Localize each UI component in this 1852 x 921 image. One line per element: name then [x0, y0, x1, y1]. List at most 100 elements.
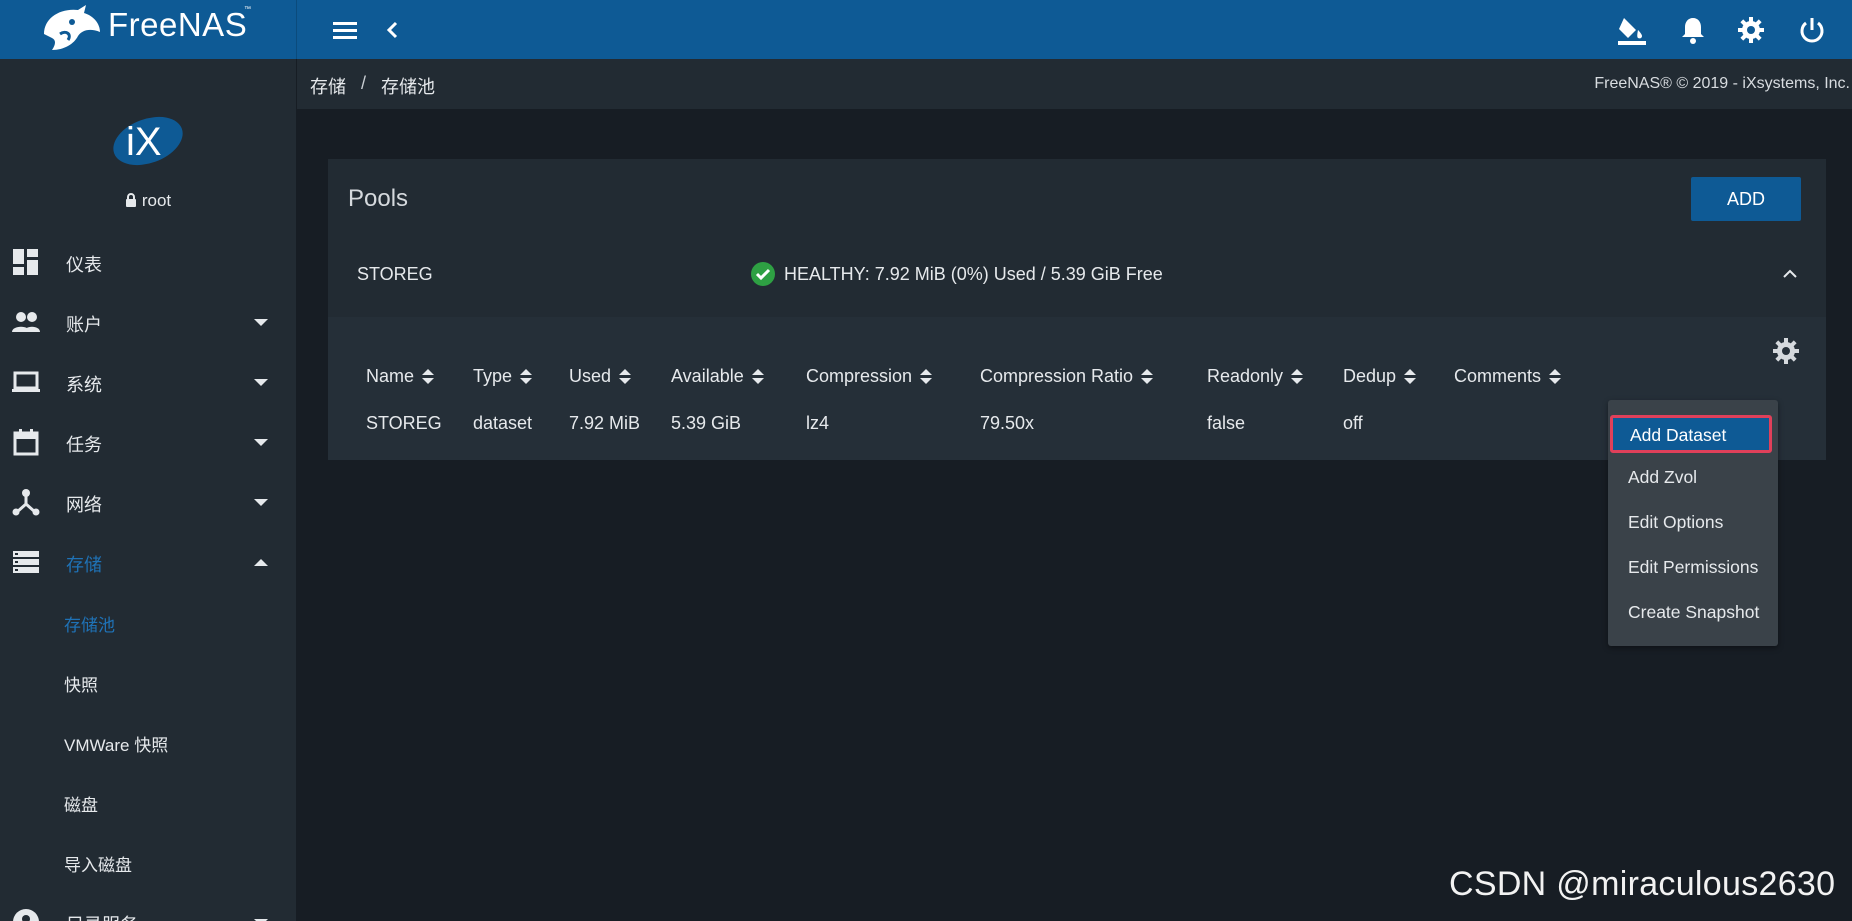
- cell-compression: lz4: [806, 413, 830, 433]
- sidebar-item-label: 存储: [66, 555, 102, 575]
- sort-icon: [422, 368, 435, 385]
- sidebar: iX root 仪表 账户 系统 任务 网络 存储 存储池 快照 VMWare …: [0, 59, 296, 921]
- watermark: CSDN @miraculous2630: [1449, 865, 1836, 903]
- copyright-text: FreeNAS® © 2019 - iXsystems, Inc.: [1594, 75, 1850, 92]
- breadcrumb-pools: 存储池: [381, 77, 435, 97]
- sidebar-item-accounts[interactable]: 账户: [0, 292, 296, 352]
- column-header-compression[interactable]: Compression: [806, 366, 933, 387]
- cell-dedup: off: [1343, 413, 1363, 433]
- column-header-readonly[interactable]: Readonly: [1207, 366, 1304, 387]
- sidebar-subitem-label: 导入磁盘: [64, 856, 132, 875]
- column-header-compression-ratio[interactable]: Compression Ratio: [980, 366, 1154, 387]
- column-header-type[interactable]: Type: [473, 366, 533, 387]
- sidebar-subitem-pools[interactable]: 存储池: [0, 592, 296, 652]
- top-bar: FreeNAS ™: [0, 0, 1852, 59]
- dataset-actions-menu: Add Dataset Add Zvol Edit Options Edit P…: [1608, 400, 1778, 646]
- sidebar-subitem-disks[interactable]: 磁盘: [0, 772, 296, 832]
- pool-status: HEALTHY: 7.92 MiB (0%) Used / 5.39 GiB F…: [750, 261, 1163, 287]
- sort-icon: [1404, 368, 1417, 385]
- column-header-name[interactable]: Name: [366, 366, 435, 387]
- laptop-icon: [12, 371, 40, 392]
- cell-readonly: false: [1207, 413, 1246, 433]
- sidebar-item-storage[interactable]: 存储: [0, 532, 296, 592]
- username: root: [141, 191, 172, 210]
- freenas-shark-icon: [44, 5, 100, 50]
- sidebar-item-label: 目录服务: [66, 911, 138, 921]
- sidebar-subitem-import-disk[interactable]: 导入磁盘: [0, 832, 296, 892]
- menu-item-add-zvol[interactable]: Add Zvol: [1608, 457, 1778, 499]
- sidebar-subitem-vmware-snapshots[interactable]: VMWare 快照: [0, 712, 296, 772]
- column-header-comments[interactable]: Comments: [1454, 366, 1562, 387]
- ix-logo-icon: iX: [113, 116, 183, 166]
- sidebar-subitem-label: 存储池: [64, 616, 115, 635]
- chevron-left-icon[interactable]: [374, 12, 410, 48]
- calendar-icon: [13, 429, 39, 456]
- gear-icon[interactable]: [1733, 12, 1769, 48]
- sidebar-item-dashboard[interactable]: 仪表: [0, 232, 296, 292]
- sort-icon: [619, 368, 632, 385]
- power-icon[interactable]: [1794, 12, 1830, 48]
- chevron-up-icon[interactable]: [1781, 265, 1799, 283]
- user-info: root: [0, 191, 296, 211]
- brand-logo[interactable]: FreeNAS ™: [0, 0, 297, 59]
- sidebar-item-network[interactable]: 网络: [0, 472, 296, 532]
- cell-compression-ratio: 79.50x: [980, 413, 1035, 433]
- dataset-table: Name Type Used Available Compression Com…: [328, 317, 1826, 460]
- menu-icon[interactable]: [327, 12, 363, 48]
- breadcrumb: 存储 / 存储池 FreeNAS® © 2019 - iXsystems, In…: [297, 59, 1852, 109]
- sidebar-item-label: 账户: [66, 315, 102, 335]
- sidebar-subitem-label: VMWare 快照: [64, 736, 169, 755]
- sidebar-item-label: 网络: [66, 495, 102, 515]
- sidebar-subitem-snapshots[interactable]: 快照: [0, 652, 296, 712]
- cell-name: STOREG: [366, 413, 442, 433]
- cell-used: 7.92 MiB: [569, 413, 641, 433]
- sidebar-item-label: 仪表: [66, 255, 102, 275]
- chevron-down-icon: [254, 499, 268, 506]
- menu-item-create-snapshot[interactable]: Create Snapshot: [1608, 592, 1778, 634]
- check-circle-icon: [751, 262, 775, 286]
- sidebar-item-label: 任务: [66, 435, 102, 455]
- storage-icon: [13, 551, 39, 573]
- column-header-dedup[interactable]: Dedup: [1343, 366, 1417, 387]
- chevron-down-icon: [254, 379, 268, 386]
- brand-trademark: ™: [244, 6, 251, 13]
- sort-icon: [1141, 368, 1154, 385]
- sidebar-item-tasks[interactable]: 任务: [0, 412, 296, 472]
- pools-card: Pools ADD STOREG HEALTHY: 7.92 MiB (0%) …: [328, 159, 1826, 460]
- sort-icon: [520, 368, 533, 385]
- sort-icon: [751, 368, 764, 385]
- breadcrumb-separator: /: [361, 73, 367, 93]
- account-circle-icon: [13, 909, 39, 921]
- breadcrumb-storage[interactable]: 存储: [310, 73, 346, 99]
- pool-header-row[interactable]: STOREG HEALTHY: 7.92 MiB (0%) Used / 5.3…: [328, 241, 1826, 317]
- lock-icon: [125, 193, 136, 207]
- sidebar-item-directory-services[interactable]: 目录服务: [0, 892, 296, 921]
- menu-item-edit-options[interactable]: Edit Options: [1608, 502, 1778, 544]
- chevron-down-icon: [254, 319, 268, 326]
- add-pool-button[interactable]: ADD: [1691, 177, 1801, 221]
- menu-item-add-dataset[interactable]: Add Dataset: [1610, 415, 1772, 453]
- dashboard-icon: [13, 249, 38, 275]
- column-header-used[interactable]: Used: [569, 366, 632, 387]
- cell-available: 5.39 GiB: [671, 413, 742, 433]
- paint-bucket-icon[interactable]: [1614, 12, 1650, 48]
- chevron-down-icon: [254, 439, 268, 446]
- column-header-available[interactable]: Available: [671, 366, 764, 387]
- svg-text:iX: iX: [126, 120, 162, 164]
- people-icon: [12, 312, 40, 332]
- cell-type: dataset: [473, 413, 533, 433]
- pool-status-text: HEALTHY: 7.92 MiB (0%) Used / 5.39 GiB F…: [784, 263, 1163, 284]
- bell-icon[interactable]: [1675, 12, 1711, 48]
- menu-item-edit-permissions[interactable]: Edit Permissions: [1608, 547, 1778, 589]
- gear-icon[interactable]: [1772, 337, 1800, 365]
- sidebar-subitem-label: 快照: [64, 676, 98, 695]
- sort-icon: [1549, 368, 1562, 385]
- brand-name: FreeNAS: [108, 6, 248, 43]
- pool-name: STOREG: [357, 264, 433, 284]
- chevron-up-icon: [254, 559, 268, 566]
- page-title: Pools: [348, 185, 409, 212]
- sidebar-subitem-label: 磁盘: [64, 796, 98, 815]
- sidebar-item-system[interactable]: 系统: [0, 352, 296, 412]
- network-icon: [12, 489, 40, 516]
- sidebar-item-label: 系统: [66, 375, 102, 395]
